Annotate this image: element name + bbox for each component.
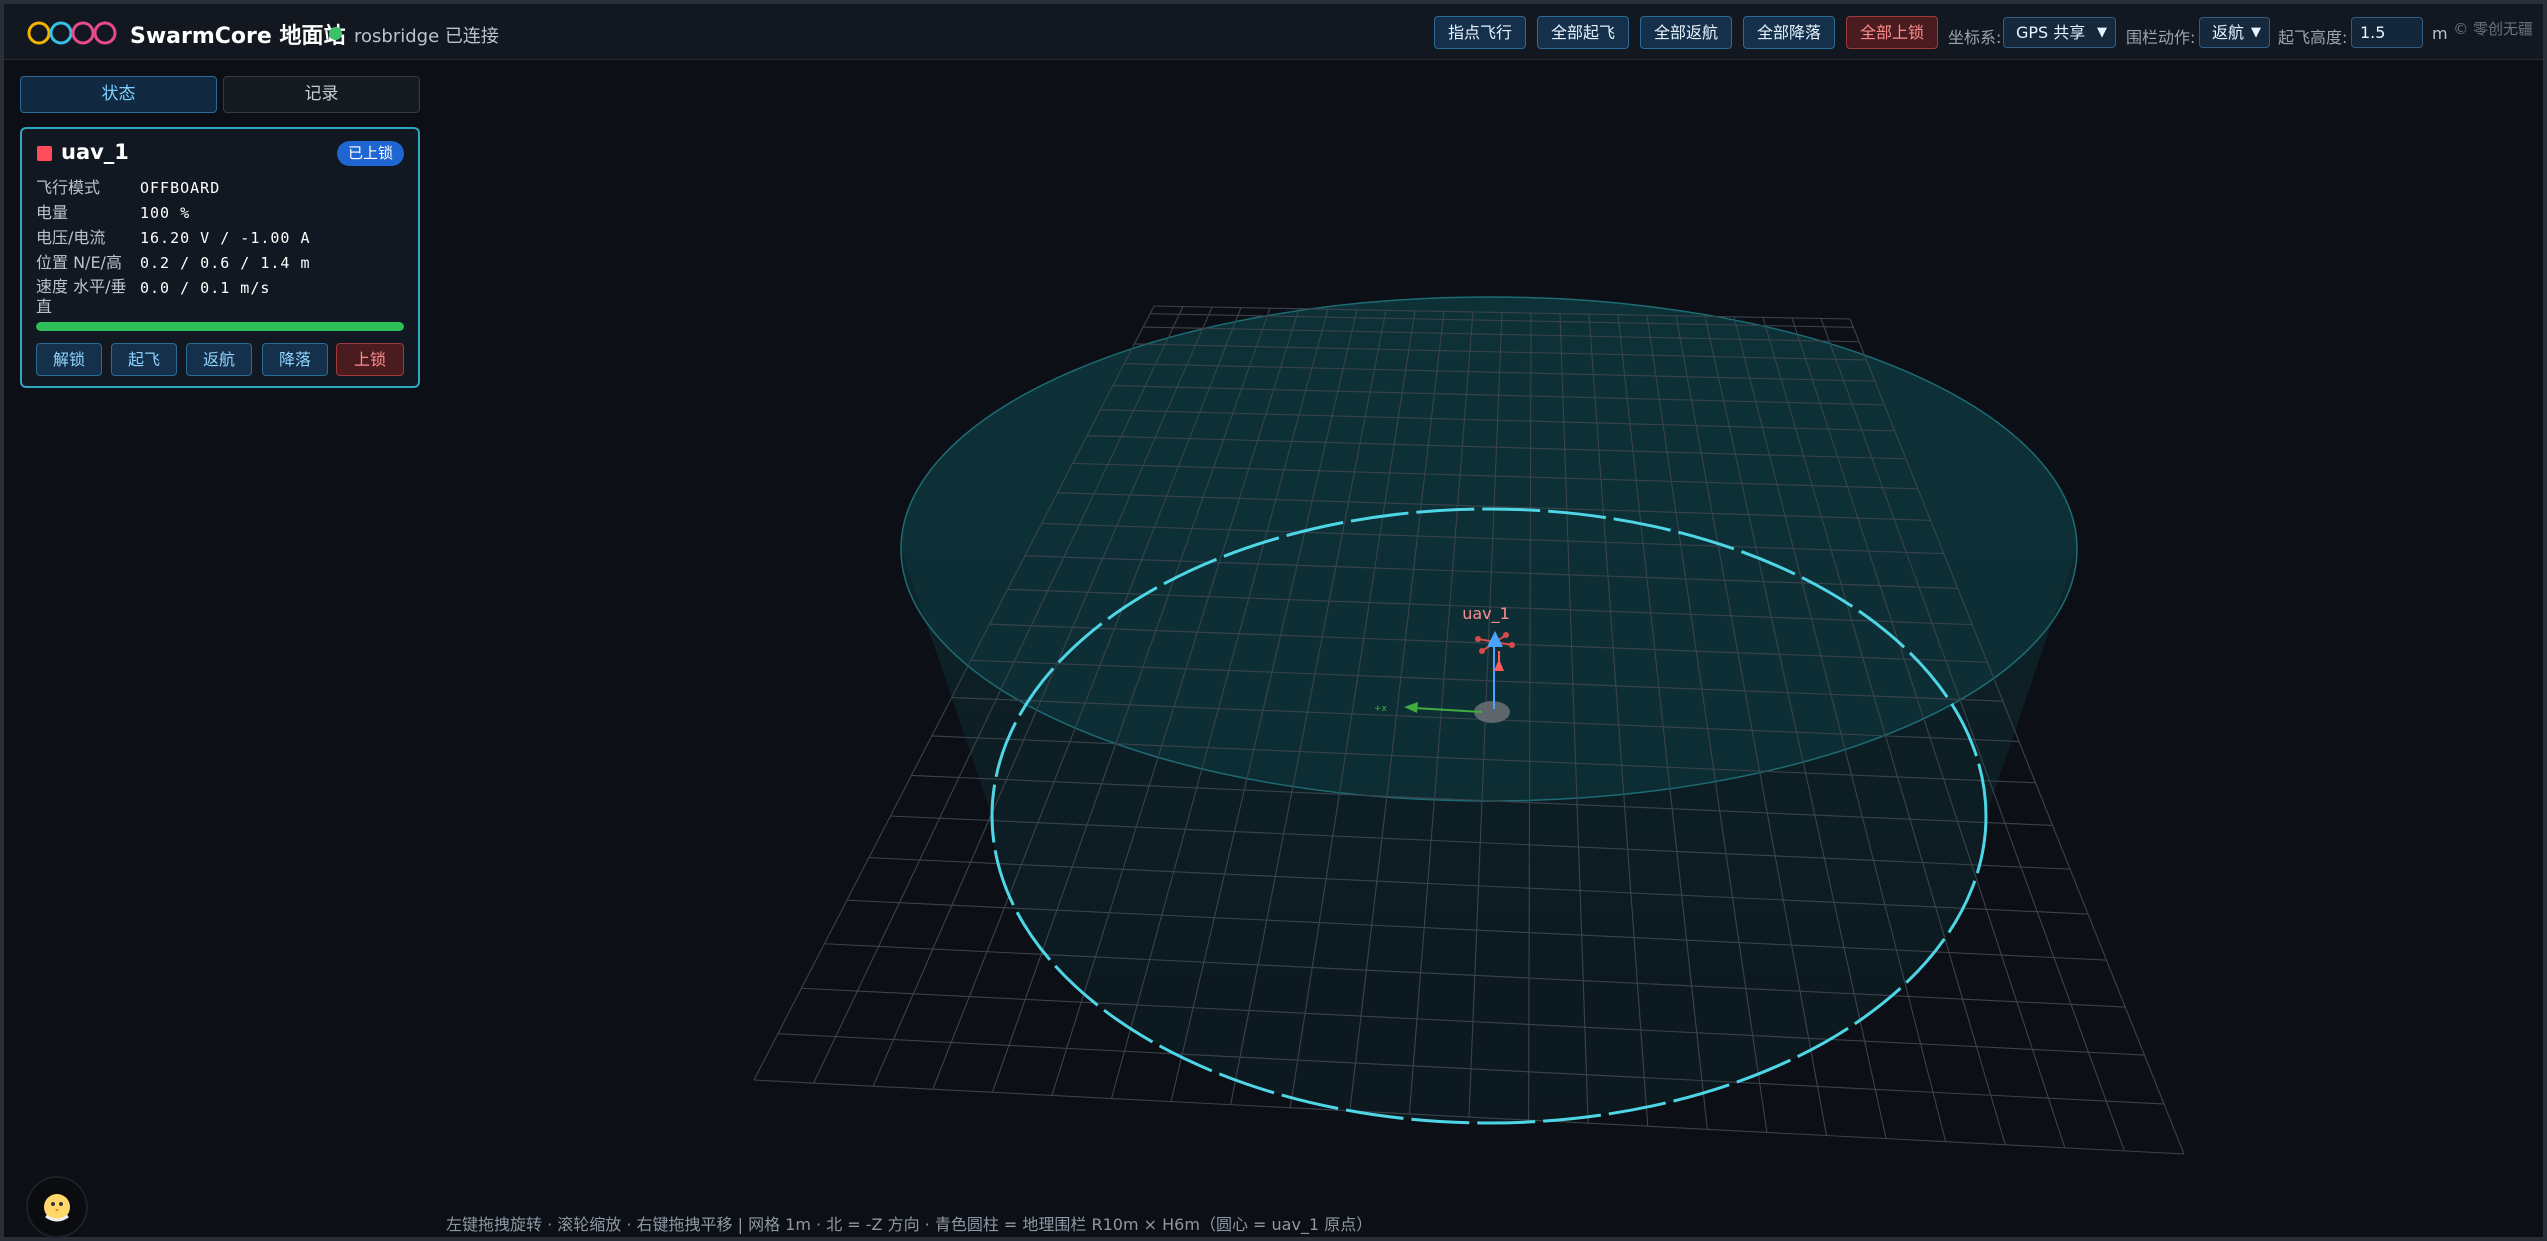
- chevron-down-icon: ▼: [2097, 25, 2107, 40]
- all-land-button[interactable]: 全部降落: [1743, 16, 1835, 49]
- connection-status-text: rosbridge 已连接: [354, 26, 499, 47]
- 3d-viewport[interactable]: +x uav_1: [4, 61, 2543, 1241]
- chevron-down-icon: ▼: [2251, 25, 2261, 40]
- chick-icon: [44, 1194, 70, 1222]
- coord-system-select[interactable]: GPS 共享 ▼: [2003, 17, 2116, 48]
- copyright-text: © 零创无疆: [2453, 20, 2533, 38]
- altitude-unit: m: [2432, 24, 2448, 43]
- controls-hint: 左键拖拽旋转 · 滚轮缩放 · 右键拖拽平移 | 网格 1m · 北 = -Z …: [446, 1215, 1373, 1234]
- connection-status-dot: [329, 27, 342, 40]
- all-takeoff-button[interactable]: 全部起飞: [1537, 16, 1629, 49]
- x-axis-label: +x: [1374, 704, 1388, 714]
- point-fly-button[interactable]: 指点飞行: [1434, 16, 1526, 49]
- all-lock-button[interactable]: 全部上锁: [1846, 16, 1938, 49]
- all-return-button[interactable]: 全部返航: [1640, 16, 1732, 49]
- drone-label: uav_1: [1462, 604, 1510, 624]
- fence-action-label: 围栏动作:: [2126, 28, 2196, 47]
- coord-system-value: GPS 共享: [2016, 23, 2086, 42]
- app-title: SwarmCore 地面站: [130, 24, 346, 49]
- ground-station-app: SwarmCore 地面站 rosbridge 已连接 指点飞行 全部起飞 全部…: [0, 0, 2547, 1241]
- logo-rings-icon: [27, 21, 117, 45]
- takeoff-altitude-label: 起飞高度:: [2278, 28, 2348, 47]
- fence-action-select[interactable]: 返航 ▼: [2199, 17, 2270, 48]
- top-bar: SwarmCore 地面站 rosbridge 已连接 指点飞行 全部起飞 全部…: [4, 4, 2543, 60]
- takeoff-altitude-input[interactable]: 1.5: [2351, 17, 2423, 48]
- assistant-avatar[interactable]: [26, 1176, 88, 1238]
- fence-action-value: 返航: [2212, 23, 2245, 42]
- coord-system-label: 坐标系:: [1948, 28, 2002, 47]
